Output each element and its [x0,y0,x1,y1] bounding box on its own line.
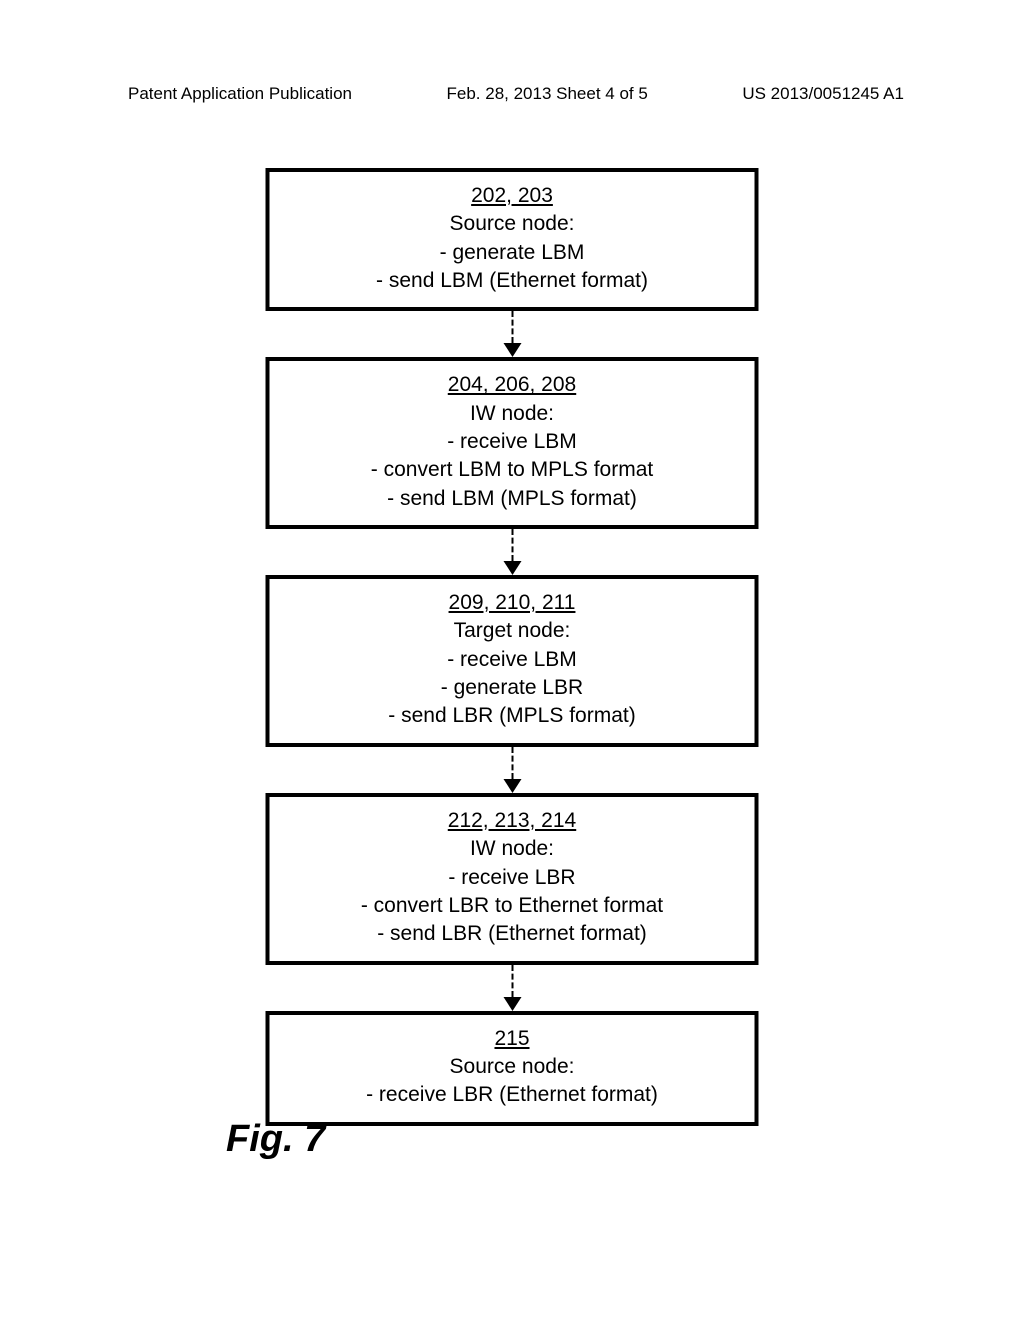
header-center: Feb. 28, 2013 Sheet 4 of 5 [447,84,648,104]
flow-box-4: 212, 213, 214 IW node: - receive LBR - c… [266,793,759,965]
arrow-down-icon [503,343,521,357]
box-line: - generate LBM [440,241,585,264]
step-ref: 209, 210, 211 [449,591,576,614]
arrow-down-icon [503,997,521,1011]
box-line: - receive LBM [447,430,577,453]
box-line: - send LBR (MPLS format) [388,704,635,727]
connector-line [511,965,513,997]
connector-line [511,747,513,779]
step-ref: 215 [494,1027,529,1050]
box-line: - receive LBR (Ethernet format) [366,1083,658,1106]
flow-connector [503,747,521,793]
flow-box-3: 209, 210, 211 Target node: - receive LBM… [266,575,759,747]
node-label: Source node: [450,1055,575,1078]
box-line: - send LBM (Ethernet format) [376,269,648,292]
arrow-down-icon [503,561,521,575]
node-label: Target node: [454,619,571,642]
connector-line [511,529,513,561]
flow-connector [503,529,521,575]
box-line: - generate LBR [441,676,583,699]
box-line: - send LBM (MPLS format) [387,487,637,510]
step-ref: 202, 203 [471,184,553,207]
node-label: IW node: [470,837,554,860]
box-line: - send LBR (Ethernet format) [377,922,647,945]
flow-box-5: 215 Source node: - receive LBR (Ethernet… [266,1011,759,1126]
arrow-down-icon [503,779,521,793]
header-left: Patent Application Publication [128,84,352,104]
box-line: - receive LBM [447,648,577,671]
step-ref: 204, 206, 208 [448,373,576,396]
box-line: - receive LBR [448,866,575,889]
flow-box-2: 204, 206, 208 IW node: - receive LBM - c… [266,357,759,529]
node-label: Source node: [450,212,575,235]
flow-connector [503,311,521,357]
step-ref: 212, 213, 214 [448,809,576,832]
connector-line [511,311,513,343]
flow-connector [503,965,521,1011]
header-right: US 2013/0051245 A1 [742,84,904,104]
flow-box-1: 202, 203 Source node: - generate LBM - s… [266,168,759,311]
box-line: - convert LBR to Ethernet format [361,894,663,917]
flowchart: 202, 203 Source node: - generate LBM - s… [266,168,759,1126]
figure-label: Fig. 7 [226,1118,325,1161]
page-header: Patent Application Publication Feb. 28, … [0,84,1024,104]
node-label: IW node: [470,402,554,425]
box-line: - convert LBM to MPLS format [371,458,653,481]
